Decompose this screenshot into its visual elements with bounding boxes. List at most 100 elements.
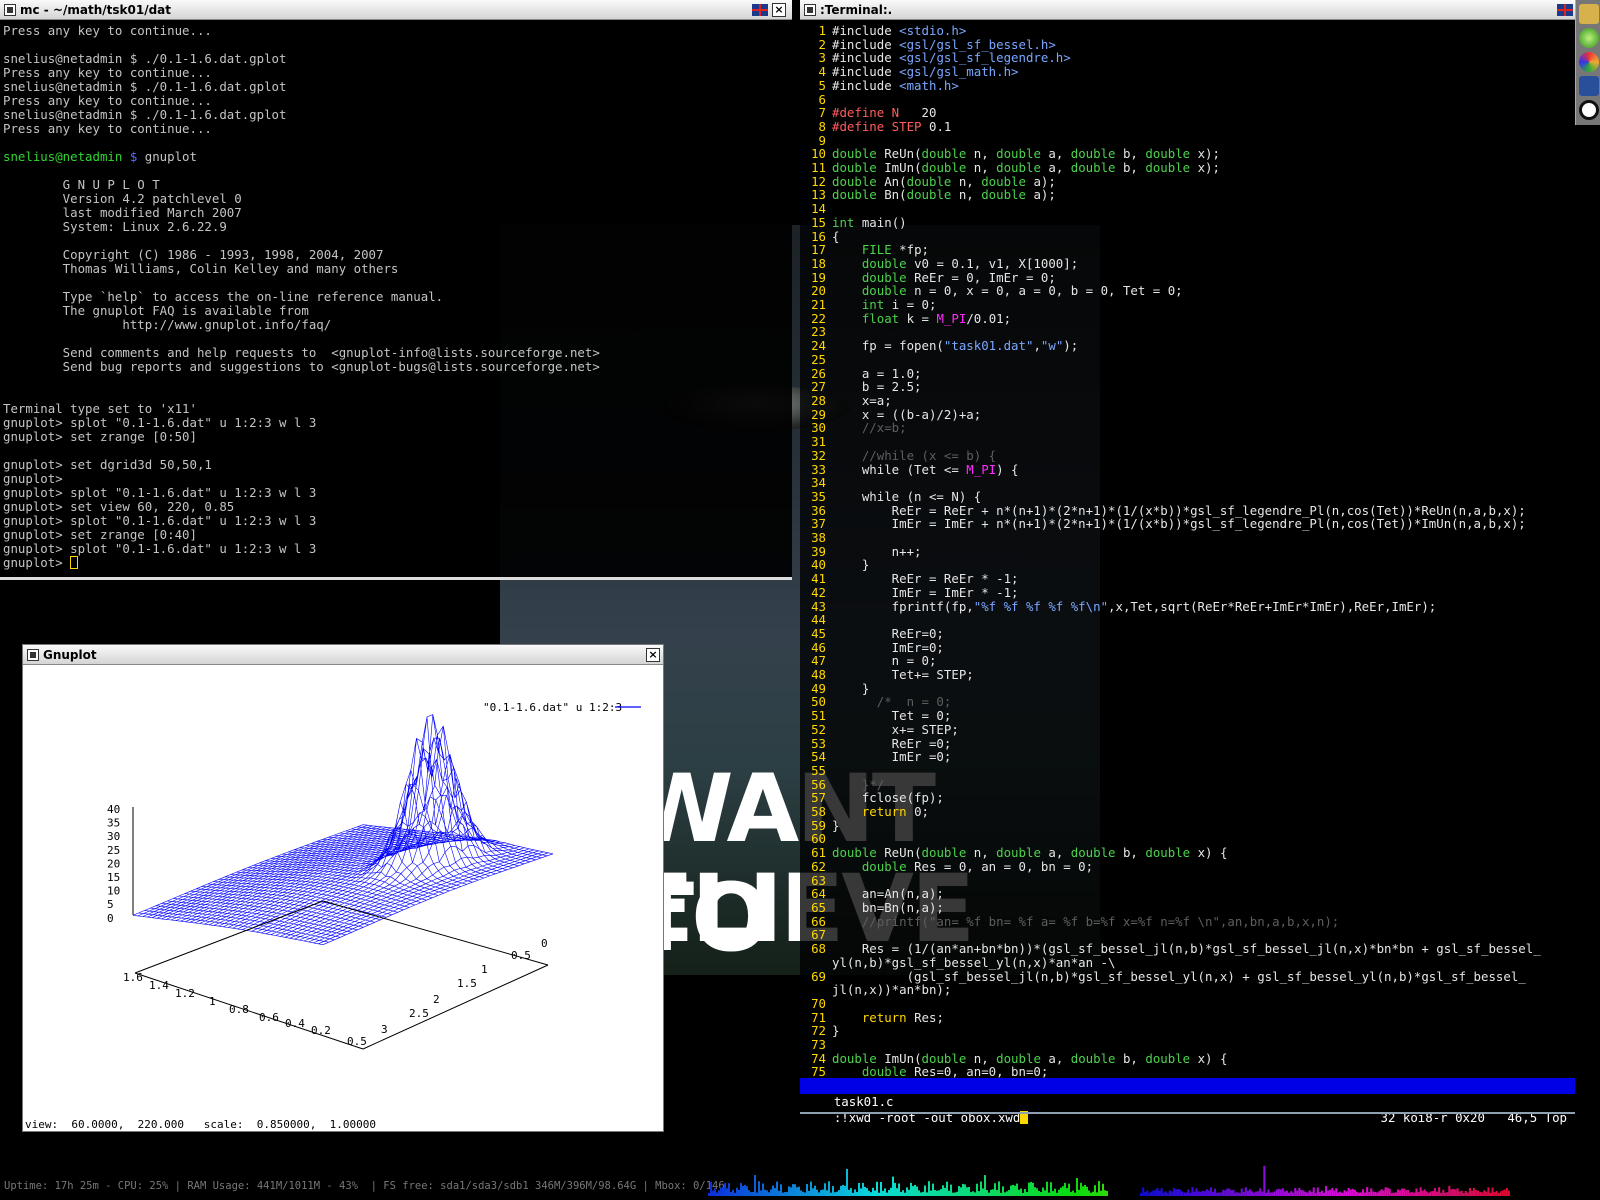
code-line[interactable]: 29 x = ((b-a)/2)+a; (800, 407, 1575, 422)
code-line[interactable]: 1 #include <stdio.h> (800, 24, 1575, 38)
code-line[interactable]: 56 }*/ (800, 777, 1575, 792)
code-line[interactable]: 36 ReEr = ReEr + n*(n+1)*(2*n+1)*(1/(x*b… (800, 503, 1575, 518)
code-line[interactable]: jl(n,x))*an*bn); (800, 983, 1575, 997)
code-line[interactable]: 4 #include <gsl/gsl_math.h> (800, 65, 1575, 79)
code-line[interactable]: 3 #include <gsl/gsl_sf_legendre.h> (800, 51, 1575, 65)
code-line[interactable]: 25 (800, 353, 1575, 367)
code-line[interactable]: 9 (800, 133, 1575, 148)
code-line[interactable]: 62 double Res = 0, an = 0, bn = 0; (800, 860, 1575, 874)
code-line[interactable]: 64 an=An(n,a); (800, 887, 1575, 901)
code-line[interactable]: 40 } (800, 558, 1575, 572)
code-line[interactable]: 15 int main() (800, 215, 1575, 230)
code-line[interactable]: 27 b = 2.5; (800, 380, 1575, 394)
code-line[interactable]: 43 fprintf(fp,"%f %f %f %f %f\n",x,Tet,s… (800, 599, 1575, 614)
code-line[interactable]: 45 ReEr=0; (800, 627, 1575, 641)
code-line[interactable]: 47 n = 0; (800, 654, 1575, 668)
code-line[interactable]: 12 double An(double n, double a); (800, 174, 1575, 189)
mc-terminal-window[interactable]: mc - ~/math/tsk01/dat × Press any key to… (0, 0, 792, 580)
code-line[interactable]: 44 (800, 613, 1575, 627)
code-line[interactable]: 42 ImEr = ImEr * -1; (800, 585, 1575, 600)
code-line[interactable]: 38 (800, 531, 1575, 545)
code-line[interactable]: 51 Tet = 0; (800, 709, 1575, 723)
code-line[interactable]: 14 (800, 202, 1575, 216)
gnuplot-canvas[interactable]: 40 35 30 25 20 15 10 5 0 1.6 1.4 1.2 1 0.8 0.6 0.4 0.2 0.… (23, 665, 663, 1131)
code-line[interactable]: 8 #define STEP 0.1 (800, 120, 1575, 134)
code-line[interactable]: 37 ImEr = ImEr + n*(n+1)*(2*n+1)*(1/(x*b… (800, 517, 1575, 531)
window-menu-icon[interactable] (804, 4, 816, 16)
code-line[interactable]: 46 ImEr=0; (800, 640, 1575, 655)
vim-command-line[interactable]: :!xwd -root -out obox.xwd (800, 1094, 1575, 1125)
code-line[interactable]: 71 return Res; (800, 1010, 1575, 1025)
code-line[interactable]: 22 float k = M_PI/0.01; (800, 311, 1575, 326)
code-line[interactable]: 65 bn=Bn(n,a); (800, 901, 1575, 915)
keyboard-layout-flag-icon[interactable] (752, 4, 768, 16)
network-icon[interactable] (1579, 76, 1599, 96)
code-line[interactable]: 20 double n = 0, x = 0, a = 0, b = 0, Te… (800, 284, 1575, 298)
code-line[interactable]: 10 double ReUn(double n, double a, double… (800, 147, 1575, 161)
close-icon[interactable]: × (646, 648, 660, 662)
code-line[interactable]: 34 (800, 476, 1575, 490)
code-line[interactable]: 59} (800, 818, 1575, 833)
code-line[interactable]: 35 while (n <= N) { (800, 490, 1575, 504)
code-line[interactable]: 73 (800, 1038, 1575, 1052)
code-line[interactable]: 63 (800, 873, 1575, 888)
code-line[interactable]: 67 (800, 928, 1575, 942)
code-line[interactable]: 41 ReEr = ReEr * -1; (800, 572, 1575, 586)
code-line[interactable]: 52 x+= STEP; (800, 723, 1575, 737)
code-line[interactable]: 19 double ReEr = 0, ImEr = 0; (800, 270, 1575, 285)
code-line[interactable]: 61 double ReUn(double n, double a, double… (800, 846, 1575, 860)
code-line[interactable]: 18 double v0 = 0.1, v1, X[1000]; (800, 257, 1575, 271)
code-line[interactable]: 39 n++; (800, 544, 1575, 559)
code-line[interactable]: 66 //printf("an= %f bn= %f a= %f b=%f x=… (800, 914, 1575, 929)
code-line[interactable]: 23 (800, 325, 1575, 339)
keyboard-layout-flag-icon[interactable] (1557, 4, 1573, 16)
code-line[interactable]: 69 (gsl_sf_bessel_jl(n,b)*gsl_sf_bessel_… (800, 969, 1575, 984)
color-wheel-icon[interactable] (1579, 52, 1599, 72)
code-line[interactable]: 17 FILE *fp; (800, 243, 1575, 257)
graph-bar (1172, 1188, 1175, 1196)
code-line[interactable]: 49 } (800, 681, 1575, 696)
mc-window-titlebar[interactable]: mc - ~/math/tsk01/dat × (0, 0, 792, 20)
code-line[interactable]: 57 fclose(fp); (800, 791, 1575, 805)
mc-terminal-output[interactable]: Press any key to continue... snelius@net… (0, 20, 792, 577)
code-line[interactable]: 5 #include <math.h> (800, 78, 1575, 93)
audio-icon[interactable] (1579, 100, 1599, 120)
code-line[interactable]: 16{ (800, 229, 1575, 244)
code-line[interactable]: 48 Tet+= STEP; (800, 668, 1575, 682)
code-line[interactable]: yl(n,b)*gsl_sf_bessel_yl(n,x)*an*an -\ (800, 955, 1575, 970)
code-line[interactable]: 72} (800, 1024, 1575, 1038)
gnuplot-window-titlebar[interactable]: Gnuplot × (23, 645, 663, 665)
gnuplot-window[interactable]: Gnuplot × 40 35 30 25 20 15 10 5 0 1.6 1.4 1.2 1 0.8 0… (22, 644, 664, 1132)
close-icon[interactable]: × (772, 3, 786, 17)
code-line[interactable]: 28 x=a; (800, 394, 1575, 408)
graph-bar (1448, 1185, 1451, 1196)
code-terminal-window[interactable]: :Terminal:. 1 #include <stdio.h> 2 #include… (800, 0, 1575, 1138)
code-line[interactable]: 11 double ImUn(double n, double a, double… (800, 161, 1575, 175)
code-line[interactable]: 54 ImEr =0; (800, 750, 1575, 764)
code-line[interactable]: 74 double ImUn(double n, double a, double… (800, 1051, 1575, 1066)
code-line[interactable]: 50 /* n = 0; (800, 695, 1575, 709)
window-menu-icon[interactable] (27, 649, 39, 661)
code-line[interactable]: 33 while (Tet <= M_PI) { (800, 462, 1575, 477)
code-line[interactable]: 68 Res = (1/(an*an+bn*bn))*(gsl_sf_besse… (800, 942, 1575, 956)
app-launcher-icon[interactable] (1579, 4, 1599, 24)
code-line[interactable]: 30 //x=b; (800, 421, 1575, 435)
code-line[interactable]: 13 double Bn(double n, double a); (800, 188, 1575, 202)
code-line[interactable]: 7 #define N 20 (800, 106, 1575, 120)
code-line[interactable]: 2 #include <gsl/gsl_sf_bessel.h> (800, 37, 1575, 52)
code-line[interactable]: 6 (800, 92, 1575, 107)
browser-icon[interactable] (1579, 28, 1599, 48)
code-line[interactable]: 53 ReEr =0; (800, 736, 1575, 751)
code-line[interactable]: 58 return 0; (800, 805, 1575, 819)
code-line[interactable]: 55 (800, 764, 1575, 778)
code-line[interactable]: 31 (800, 435, 1575, 449)
window-menu-icon[interactable] (4, 4, 16, 16)
code-line[interactable]: 70 (800, 997, 1575, 1011)
code-line[interactable]: 21 int i = 0; (800, 298, 1575, 312)
code-line[interactable]: 60 (800, 832, 1575, 846)
code-line[interactable]: 32 //while (x <= b) { (800, 448, 1575, 463)
code-window-titlebar[interactable]: :Terminal:. (800, 0, 1575, 20)
code-line[interactable]: 24 fp = fopen("task01.dat","w"); (800, 339, 1575, 353)
code-editor[interactable]: 1 #include <stdio.h> 2 #include <gsl/gsl_sf… (800, 24, 1575, 1079)
code-line[interactable]: 26 a = 1.0; (800, 366, 1575, 381)
